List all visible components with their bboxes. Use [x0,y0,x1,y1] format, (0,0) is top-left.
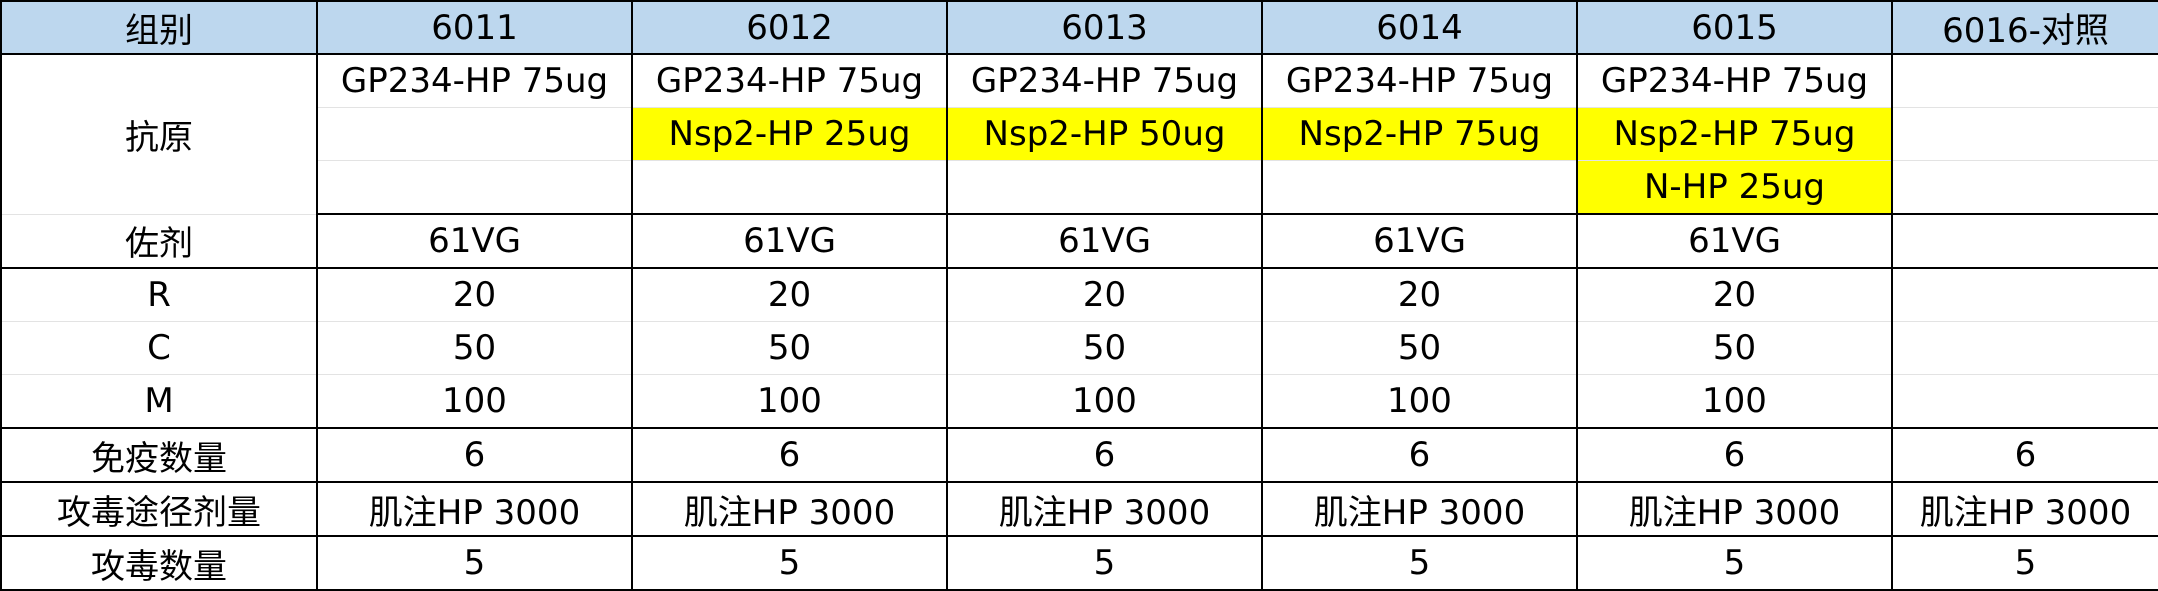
m-cell: 100 [1576,374,1893,429]
antigen-cell [1891,107,2158,161]
group-6014-header: 6014 [1261,0,1578,55]
antigen-row-2: Nsp2-HP 25ug Nsp2-HP 50ug Nsp2-HP 75ug N… [1,107,2158,161]
r-row: R 20 20 20 20 20 [0,267,2158,322]
challenge-route-cell: 肌注HP 3000 [1576,481,1893,537]
antigen-row-3: N-HP 25ug [1,160,2158,215]
antigen-cell-highlighted: Nsp2-HP 50ug [946,107,1263,161]
adjuvant-cell [1891,213,2158,269]
header-label: 组别 [0,0,318,55]
antigen-cell [1891,160,2158,215]
c-cell: 50 [946,321,1263,375]
immunized-count-label: 免疫数量 [0,427,318,483]
m-cell: 100 [1261,374,1578,429]
challenge-route-cell: 肌注HP 3000 [946,481,1263,537]
r-cell: 20 [316,267,633,322]
m-row: M 100 100 100 100 100 [0,374,2158,429]
r-cell: 20 [1576,267,1893,322]
header-row: 组别 6011 6012 6013 6014 6015 6016-对照 [0,0,2158,55]
antigen-cell [1261,160,1578,215]
c-cell: 50 [631,321,948,375]
c-row: C 50 50 50 50 50 [0,321,2158,375]
m-label: M [0,374,318,429]
adjuvant-cell: 61VG [946,213,1263,269]
immunized-count-cell: 6 [316,427,633,483]
challenge-route-cell: 肌注HP 3000 [631,481,948,537]
challenge-route-cell: 肌注HP 3000 [1261,481,1578,537]
antigen-cell [316,107,633,161]
immunized-count-cell: 6 [946,427,1263,483]
r-cell: 20 [946,267,1263,322]
antigen-cell [946,160,1263,215]
group-6011-header: 6011 [316,0,633,55]
antigen-cell [631,160,948,215]
m-cell [1891,374,2158,429]
group-6012-header: 6012 [631,0,948,55]
m-cell: 100 [946,374,1263,429]
antigen-cell-highlighted: Nsp2-HP 75ug [1576,107,1893,161]
m-cell: 100 [631,374,948,429]
c-cell [1891,321,2158,375]
antigen-cell: GP234-HP 75ug [946,53,1263,108]
c-cell: 50 [316,321,633,375]
antigen-cell: GP234-HP 75ug [1261,53,1578,108]
antigen-cell: GP234-HP 75ug [631,53,948,108]
immunized-count-cell: 6 [1261,427,1578,483]
antigen-cell [316,160,633,215]
adjuvant-row: 佐剂 61VG 61VG 61VG 61VG 61VG [0,213,2158,269]
antigen-cell: GP234-HP 75ug [316,53,633,108]
immunized-count-row: 免疫数量 6 6 6 6 6 6 [0,427,2158,483]
adjuvant-label: 佐剂 [0,213,318,269]
immunized-count-cell: 6 [631,427,948,483]
r-cell [1891,267,2158,322]
challenge-route-label: 攻毒途径剂量 [0,481,318,537]
immunized-count-cell: 6 [1891,427,2158,483]
challenge-route-row: 攻毒途径剂量 肌注HP 3000 肌注HP 3000 肌注HP 3000 肌注H… [0,481,2158,537]
c-cell: 50 [1576,321,1893,375]
c-label: C [0,321,318,375]
challenge-route-cell: 肌注HP 3000 [316,481,633,537]
group-6013-header: 6013 [946,0,1263,55]
antigen-cell-highlighted: Nsp2-HP 75ug [1261,107,1578,161]
antigen-label: 抗原 [0,53,318,215]
antigen-cell-highlighted: N-HP 25ug [1576,160,1893,215]
immunized-count-cell: 6 [1576,427,1893,483]
antigen-row-1: 抗原 GP234-HP 75ug GP234-HP 75ug GP234-HP … [0,53,2158,215]
antigen-cell [1891,53,2158,108]
r-cell: 20 [1261,267,1578,322]
group-6015-header: 6015 [1576,0,1893,55]
m-cell: 100 [316,374,633,429]
challenge-route-cell: 肌注HP 3000 [1891,481,2158,537]
adjuvant-cell: 61VG [316,213,633,269]
experiment-table: 组别 6011 6012 6013 6014 6015 6016-对照 抗原 G… [0,0,2158,591]
antigen-cell-highlighted: Nsp2-HP 25ug [631,107,948,161]
r-cell: 20 [631,267,948,322]
c-cell: 50 [1261,321,1578,375]
adjuvant-cell: 61VG [1576,213,1893,269]
adjuvant-cell: 61VG [631,213,948,269]
adjuvant-cell: 61VG [1261,213,1578,269]
r-label: R [0,267,318,322]
group-6016-control-header: 6016-对照 [1891,0,2158,55]
antigen-cell: GP234-HP 75ug [1576,53,1893,108]
